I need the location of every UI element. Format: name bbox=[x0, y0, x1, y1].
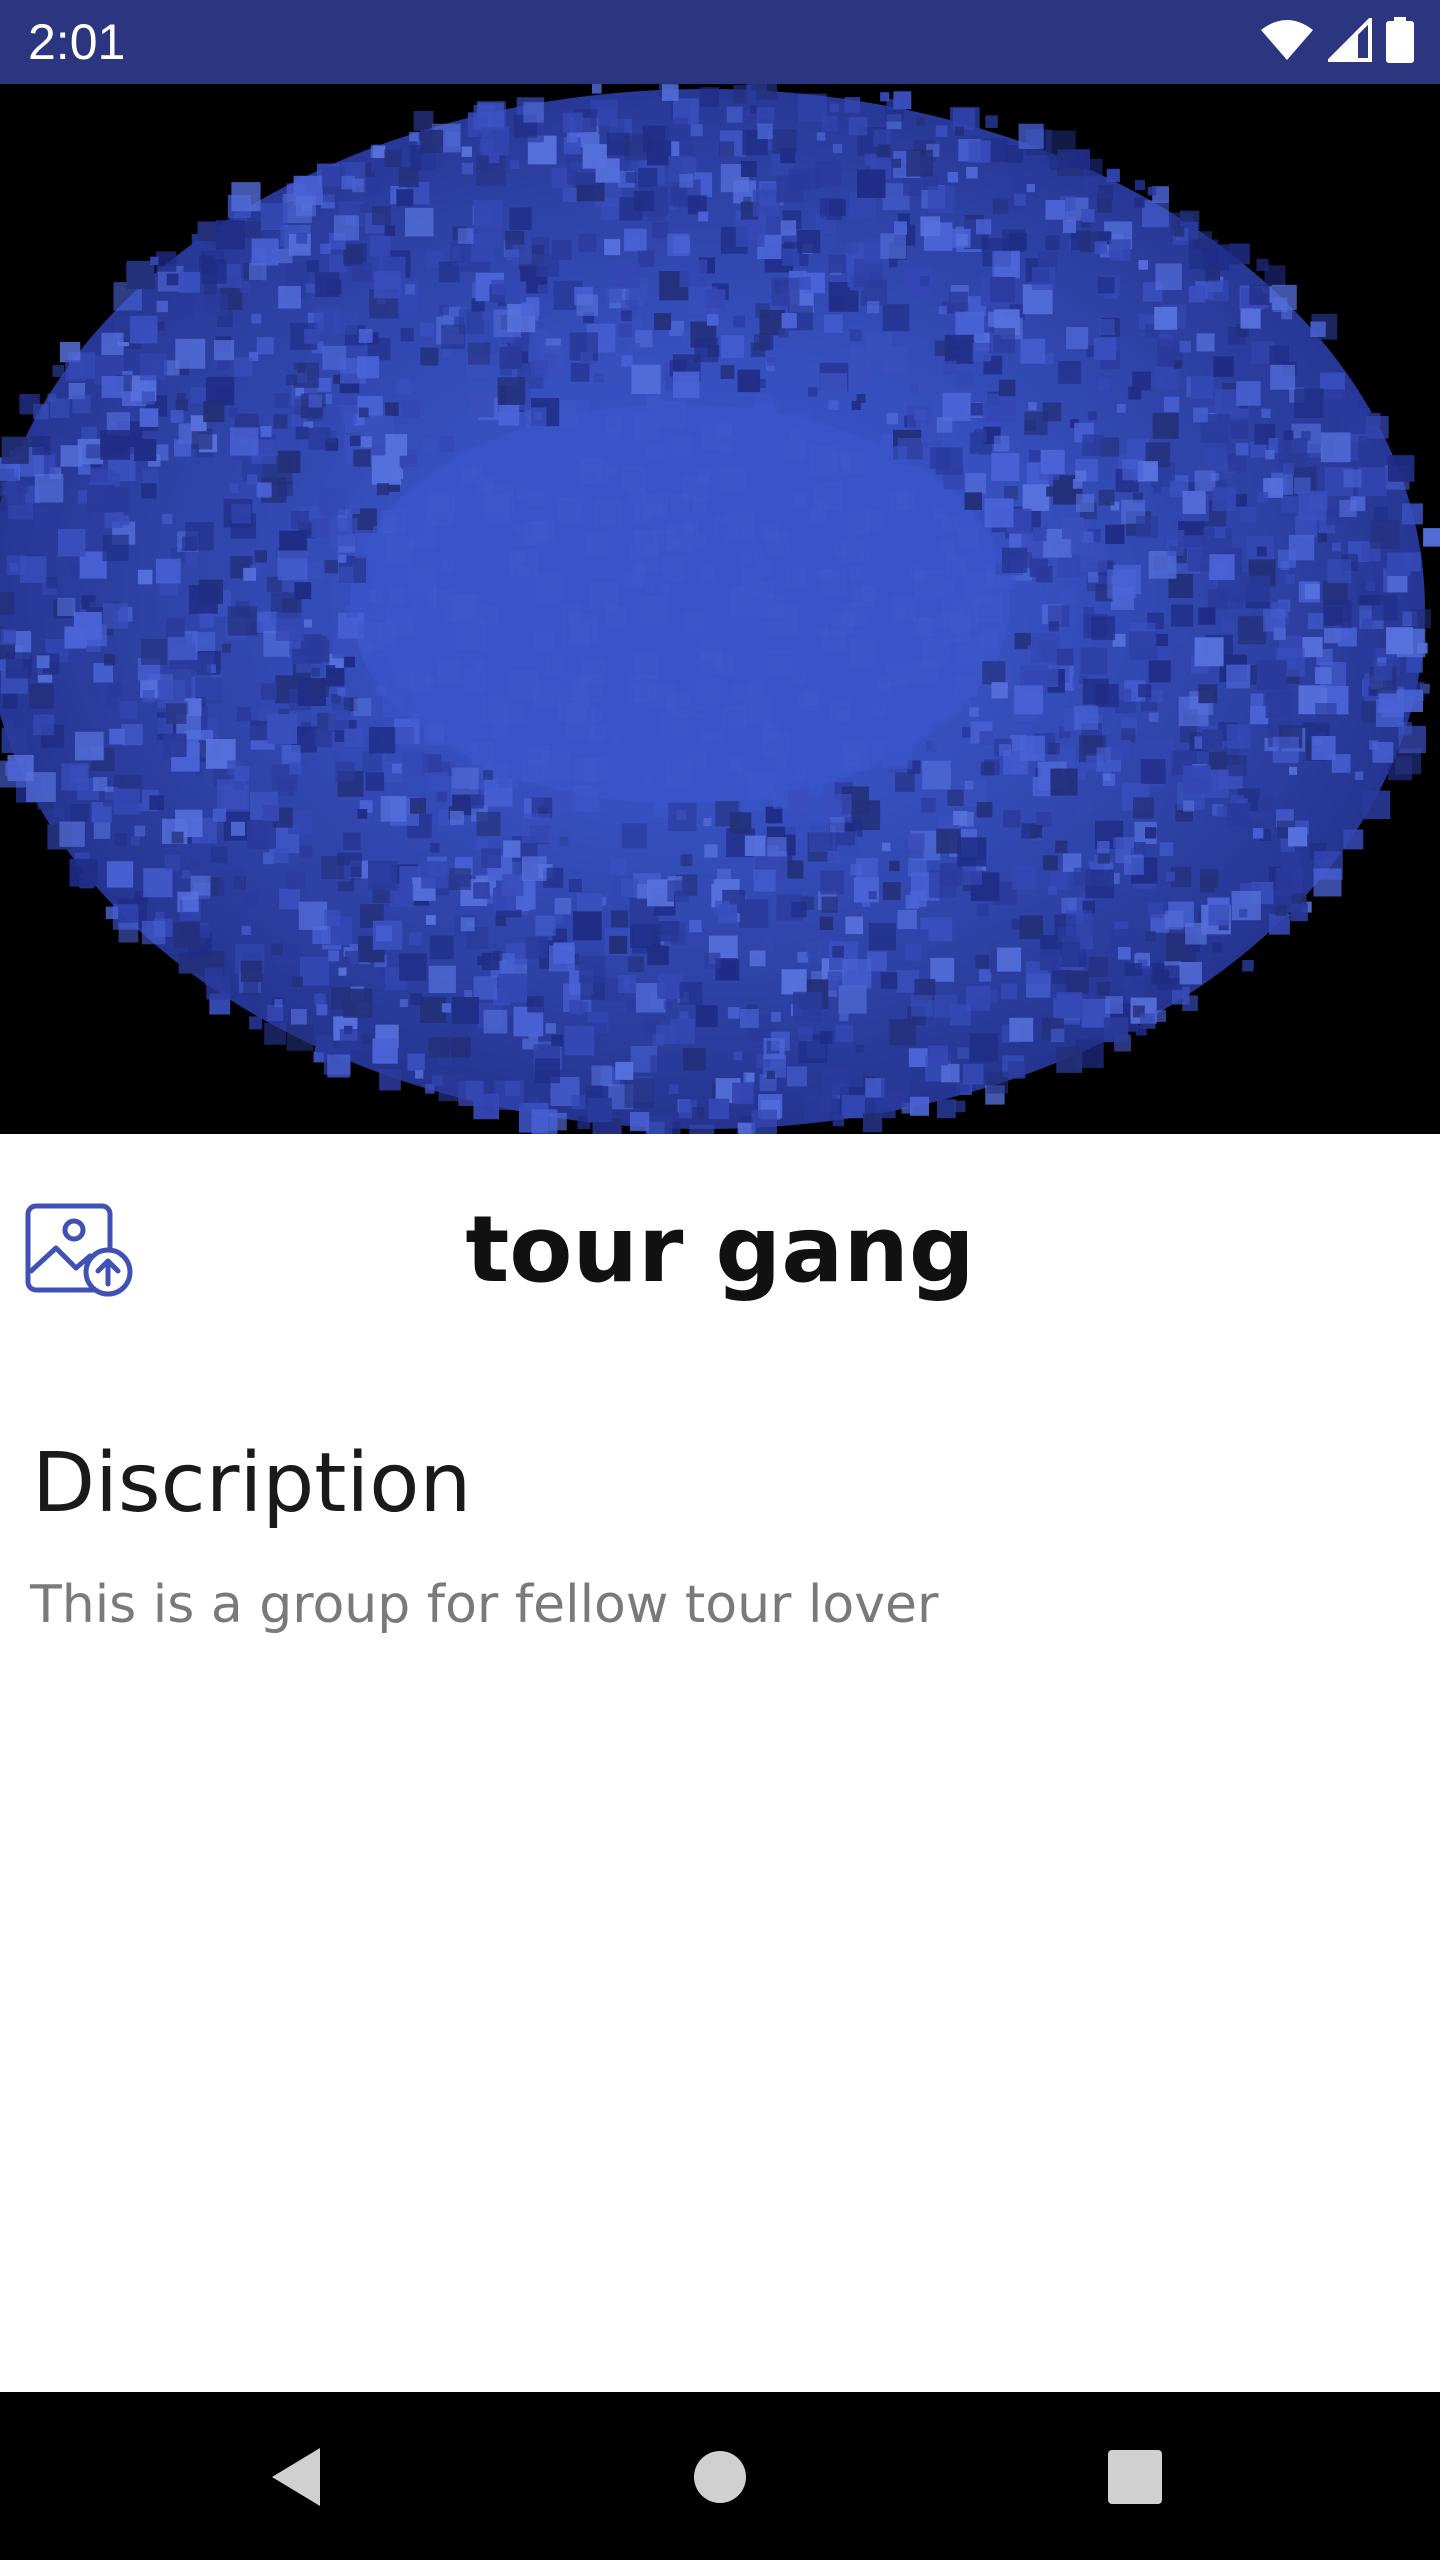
recents-square-icon bbox=[1108, 2450, 1162, 2504]
status-time: 2:01 bbox=[28, 14, 126, 70]
back-button[interactable] bbox=[258, 2432, 348, 2522]
recents-button[interactable] bbox=[1090, 2432, 1180, 2522]
status-icons bbox=[1260, 15, 1414, 67]
upload-image-button[interactable] bbox=[24, 1202, 136, 1298]
status-bar: 2:01 bbox=[0, 0, 1440, 84]
cellular-signal-icon bbox=[1325, 15, 1372, 66]
back-triangle-icon bbox=[272, 2448, 320, 2506]
navigation-bar bbox=[0, 2392, 1440, 2560]
description-heading: Discription bbox=[32, 1436, 472, 1531]
home-circle-icon bbox=[694, 2451, 746, 2503]
battery-icon bbox=[1386, 17, 1414, 67]
wifi-icon bbox=[1260, 18, 1314, 66]
description-text: This is a group for fellow tour lover bbox=[30, 1575, 939, 1635]
blue-particle-cloud-image bbox=[0, 84, 1440, 1134]
home-button[interactable] bbox=[675, 2432, 765, 2522]
image-upload-icon bbox=[25, 1203, 133, 1297]
screen: 2:01 tour gang Discription This is a gro… bbox=[0, 0, 1440, 2560]
group-title: tour gang bbox=[465, 1196, 975, 1303]
cover-image bbox=[0, 84, 1440, 1134]
